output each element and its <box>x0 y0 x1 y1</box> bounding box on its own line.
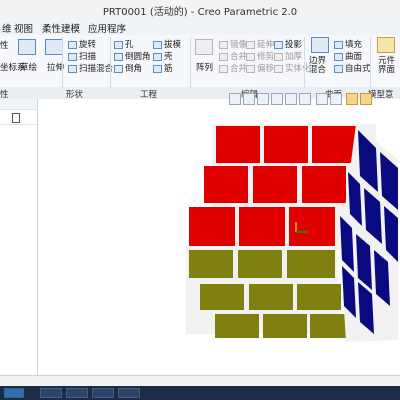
boundary-blend-button[interactable] <box>311 37 331 53</box>
tab-model[interactable]: 维 <box>2 21 12 35</box>
hole-icon <box>114 40 123 49</box>
taskbar-app[interactable] <box>118 388 140 398</box>
merge-button[interactable]: 合并 <box>219 50 247 62</box>
draft-icon <box>153 40 162 49</box>
swept-blend-button[interactable]: 扫描混合 <box>68 62 113 74</box>
mirror-button[interactable]: 镜像 <box>219 38 247 50</box>
taskbar-app[interactable] <box>66 388 88 398</box>
cube-left-face <box>186 246 354 338</box>
shell-button[interactable]: 壳 <box>153 50 173 62</box>
display-style-icon[interactable] <box>285 93 297 105</box>
rib-icon <box>153 64 162 73</box>
extrude-icon <box>45 39 63 55</box>
taskbar-app[interactable] <box>92 388 114 398</box>
model-tree-panel <box>0 99 38 375</box>
pattern-label: 阵列 <box>196 63 214 73</box>
thicken-icon <box>274 52 283 61</box>
mirror-icon <box>219 40 228 49</box>
sketch-button[interactable] <box>18 39 38 55</box>
window-title: PRT0001 (活动的) - Creo Parametric 2.0 <box>102 7 298 18</box>
component-interface-button[interactable] <box>377 37 397 53</box>
draft-button[interactable]: 拔模 <box>153 38 181 50</box>
zoom-out-icon[interactable] <box>257 93 269 105</box>
taskbar-app[interactable] <box>40 388 62 398</box>
style-button[interactable]: 曲面 <box>334 50 362 62</box>
merge-button-2[interactable]: 合并 <box>219 62 247 74</box>
project-button[interactable]: 投影 <box>274 38 302 50</box>
settings-icon[interactable] <box>12 113 20 123</box>
thicken-button[interactable]: 加厚 <box>274 50 302 62</box>
merge-icon <box>219 52 228 61</box>
title-bar: PRT0001 (活动的) - Creo Parametric 2.0 <box>0 0 400 19</box>
tab-applications[interactable]: 应用程序 <box>88 21 126 35</box>
freestyle-icon <box>334 64 343 73</box>
trim-icon <box>246 52 255 61</box>
project-icon <box>274 40 283 49</box>
panel-tab-strip <box>0 99 37 110</box>
sketch-icon <box>18 39 36 55</box>
spin-center-icon[interactable] <box>360 93 372 105</box>
solidify-icon <box>274 64 283 73</box>
offset-icon <box>246 64 255 73</box>
merge-icon <box>219 64 228 73</box>
component-interface-label: 元件界面 <box>378 56 396 75</box>
windows-taskbar <box>0 386 400 400</box>
datum-display-icon[interactable] <box>346 93 358 105</box>
swept-blend-icon <box>68 64 77 73</box>
ribbon-tab-bar: 维 视图 柔性建模 应用程序 <box>0 18 400 36</box>
tab-view[interactable]: 视图 <box>14 21 33 35</box>
revolve-button[interactable]: 旋转 <box>68 38 96 50</box>
rib-button[interactable]: 筋 <box>153 62 173 74</box>
offset-button[interactable]: 偏移 <box>246 62 274 74</box>
graphics-window[interactable] <box>38 99 400 375</box>
perspective-icon[interactable] <box>330 93 342 105</box>
sketch-label: 草绘 <box>20 63 38 73</box>
round-button[interactable]: 倒圆角 <box>114 50 151 62</box>
style-icon <box>334 52 343 61</box>
zoom-in-icon[interactable] <box>243 93 255 105</box>
shell-icon <box>153 52 162 61</box>
freestyle-button[interactable]: 自由式 <box>334 62 371 74</box>
trim-button[interactable]: 修剪 <box>246 50 274 62</box>
ribbon: 性 坐标系 草绘 拉伸 旋转 扫描 扫描混合 孔 倒圆角 倒角 拔模 壳 筋 阵… <box>0 35 400 88</box>
sweep-button[interactable]: 扫描 <box>68 50 96 62</box>
pattern-icon <box>195 39 213 55</box>
sweep-icon <box>68 52 77 61</box>
refit-icon[interactable] <box>229 93 241 105</box>
tab-flexible-modeling[interactable]: 柔性建模 <box>42 21 80 35</box>
view-manager-icon[interactable] <box>316 93 328 105</box>
extend-button[interactable]: 延伸 <box>246 38 274 50</box>
fill-icon <box>334 40 343 49</box>
pattern-button[interactable] <box>195 39 215 55</box>
hole-button[interactable]: 孔 <box>114 38 134 50</box>
chamfer-icon <box>114 64 123 73</box>
saved-views-icon[interactable] <box>299 93 311 105</box>
ribbon-item-left-1[interactable]: 性 <box>0 39 9 51</box>
puzzle-cube <box>186 124 398 342</box>
component-interface-icon <box>377 37 395 53</box>
extend-icon <box>246 40 255 49</box>
revolve-icon <box>68 40 77 49</box>
chamfer-button[interactable]: 倒角 <box>114 62 142 74</box>
solidify-button[interactable]: 实体化 <box>274 62 311 74</box>
round-icon <box>114 52 123 61</box>
boundary-blend-label: 边界混合 <box>309 56 327 75</box>
fill-button[interactable]: 填充 <box>334 38 362 50</box>
start-button[interactable] <box>4 388 24 398</box>
boundary-blend-icon <box>311 37 329 53</box>
repaint-icon[interactable] <box>271 93 283 105</box>
